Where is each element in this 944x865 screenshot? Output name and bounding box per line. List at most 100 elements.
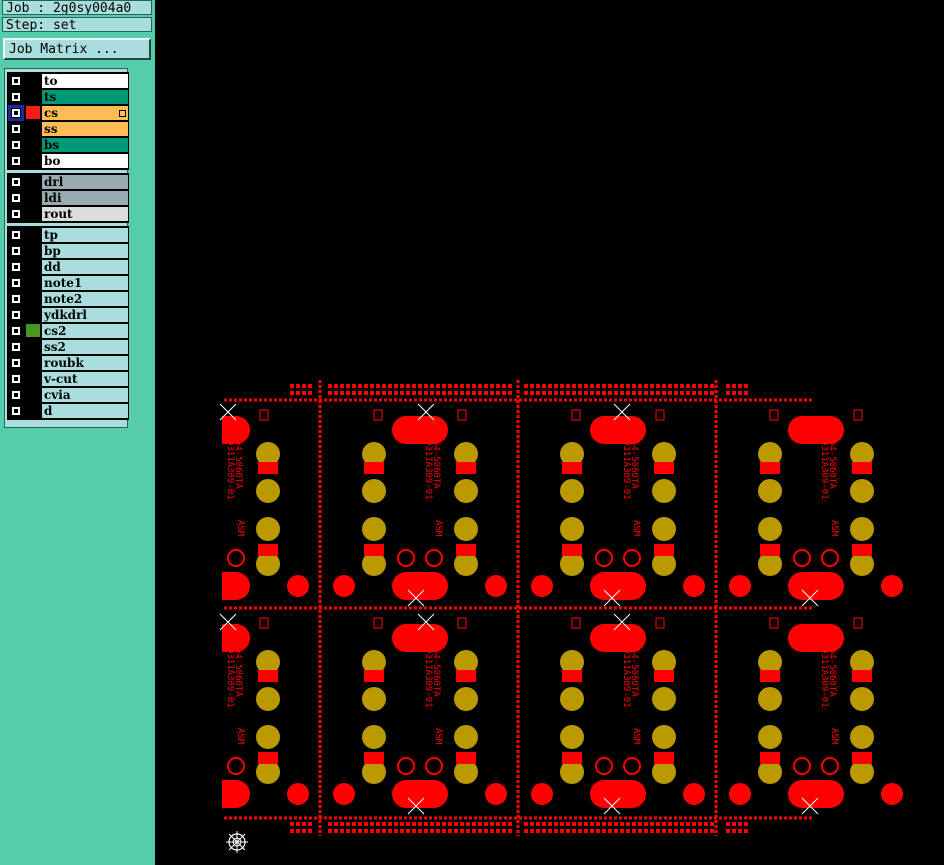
layer-row-ydkdrl[interactable]: ydkdrl: [8, 307, 128, 323]
layer-name[interactable]: roubk: [42, 356, 128, 370]
layer-name[interactable]: bp: [42, 244, 128, 258]
layer-row-to[interactable]: to: [8, 73, 128, 89]
layer-name[interactable]: ss: [42, 122, 128, 136]
layer-active-indicator[interactable]: [26, 388, 40, 401]
layer-active-indicator[interactable]: [26, 228, 40, 241]
layer-checkbox[interactable]: [11, 156, 21, 166]
layer-checkbox[interactable]: [11, 177, 21, 187]
layer-row-d[interactable]: d: [8, 403, 128, 419]
layer-name[interactable]: cs2: [42, 324, 128, 338]
layer-checkbox[interactable]: [11, 92, 21, 102]
layer-name[interactable]: ss2: [42, 340, 128, 354]
layer-active-indicator[interactable]: [26, 324, 40, 337]
silk-box: [853, 617, 863, 629]
layer-active-indicator[interactable]: [26, 292, 40, 305]
layer-checkbox[interactable]: [11, 209, 21, 219]
layer-name[interactable]: ts: [42, 90, 128, 104]
job-matrix-button[interactable]: Job Matrix ...: [3, 38, 151, 60]
layer-name[interactable]: ldi: [42, 191, 128, 205]
layer-checkbox[interactable]: [11, 246, 21, 256]
layer-checkbox[interactable]: [11, 358, 21, 368]
layer-name[interactable]: drl: [42, 175, 128, 189]
layer-name[interactable]: tp: [42, 228, 128, 242]
layer-row-roubk[interactable]: roubk: [8, 355, 128, 371]
layer-row-ldi[interactable]: ldi: [8, 190, 128, 206]
fiducial-dot: [370, 822, 374, 826]
layer-active-indicator[interactable]: [26, 404, 40, 417]
layer-active-indicator[interactable]: [26, 122, 40, 135]
fiducial-dot: [632, 822, 636, 826]
layer-checkbox[interactable]: [11, 76, 21, 86]
layer-name[interactable]: dd: [42, 260, 128, 274]
layer-checkbox[interactable]: [8, 105, 24, 121]
layer-row-drl[interactable]: drl: [8, 174, 128, 190]
layer-row-bs[interactable]: bs: [8, 137, 128, 153]
copper-pad: [392, 416, 420, 444]
layer-name[interactable]: bo: [42, 154, 128, 168]
fiducial-dot: [454, 829, 458, 833]
layer-active-indicator[interactable]: [26, 308, 40, 321]
fiducial-dot: [394, 384, 398, 388]
copper-pad: [654, 670, 674, 682]
layer-checkbox[interactable]: [11, 278, 21, 288]
layer-row-bo[interactable]: bo: [8, 153, 128, 169]
layer-checkbox[interactable]: [11, 326, 21, 336]
layer-active-indicator[interactable]: [26, 106, 40, 119]
layer-row-v-cut[interactable]: v-cut: [8, 371, 128, 387]
layer-name[interactable]: cvia: [42, 388, 128, 402]
layer-name[interactable]: v-cut: [42, 372, 128, 386]
layer-row-note1[interactable]: note1: [8, 275, 128, 291]
layer-row-cs[interactable]: cs: [8, 105, 128, 121]
layer-name[interactable]: note2: [42, 292, 128, 306]
layer-active-indicator[interactable]: [26, 175, 40, 188]
layer-active-indicator[interactable]: [26, 356, 40, 369]
fiducial-dot: [496, 391, 500, 395]
layer-active-indicator[interactable]: [26, 154, 40, 167]
layer-checkbox[interactable]: [11, 374, 21, 384]
layer-active-indicator[interactable]: [26, 260, 40, 273]
layer-checkbox[interactable]: [11, 230, 21, 240]
copper-pad: [364, 752, 384, 764]
layer-name[interactable]: to: [42, 74, 128, 88]
layer-checkbox[interactable]: [11, 140, 21, 150]
layer-active-indicator[interactable]: [26, 207, 40, 220]
layer-active-indicator[interactable]: [26, 191, 40, 204]
layer-name[interactable]: note1: [42, 276, 128, 290]
layer-active-indicator[interactable]: [26, 340, 40, 353]
layer-name[interactable]: bs: [42, 138, 128, 152]
layer-row-note2[interactable]: note2: [8, 291, 128, 307]
layer-checkbox[interactable]: [11, 390, 21, 400]
layer-checkbox[interactable]: [11, 342, 21, 352]
layer-active-indicator[interactable]: [26, 276, 40, 289]
layer-checkbox[interactable]: [11, 262, 21, 272]
fiducial-dot: [710, 391, 714, 395]
fiducial-dot: [496, 822, 500, 826]
layer-row-rout[interactable]: rout: [8, 206, 128, 222]
layer-name[interactable]: d: [42, 404, 128, 418]
layer-active-indicator[interactable]: [26, 74, 40, 87]
layer-row-bp[interactable]: bp: [8, 243, 128, 259]
layer-name[interactable]: ydkdrl: [42, 308, 128, 322]
layer-row-cvia[interactable]: cvia: [8, 387, 128, 403]
layer-row-ss2[interactable]: ss2: [8, 339, 128, 355]
copper-pad: [562, 752, 582, 764]
layer-checkbox[interactable]: [11, 193, 21, 203]
layer-active-indicator[interactable]: [26, 372, 40, 385]
fiducial-dot: [484, 384, 488, 388]
layer-checkbox[interactable]: [11, 294, 21, 304]
layer-active-indicator[interactable]: [26, 138, 40, 151]
layer-row-dd[interactable]: dd: [8, 259, 128, 275]
layer-row-ss[interactable]: ss: [8, 121, 128, 137]
layer-active-indicator[interactable]: [26, 244, 40, 257]
layer-checkbox[interactable]: [11, 310, 21, 320]
layer-row-tp[interactable]: tp: [8, 227, 128, 243]
layer-active-indicator[interactable]: [26, 90, 40, 103]
layer-name[interactable]: rout: [42, 207, 128, 221]
layer-checkbox[interactable]: [11, 406, 21, 416]
fiducial-dot: [382, 391, 386, 395]
layer-checkbox[interactable]: [11, 124, 21, 134]
layer-row-ts[interactable]: ts: [8, 89, 128, 105]
layer-row-cs2[interactable]: cs2: [8, 323, 128, 339]
graphics-canvas[interactable]: 64-5060TA0311A309-01ASM64-5060TA0311A309…: [155, 0, 944, 865]
layer-name[interactable]: cs: [42, 106, 128, 120]
